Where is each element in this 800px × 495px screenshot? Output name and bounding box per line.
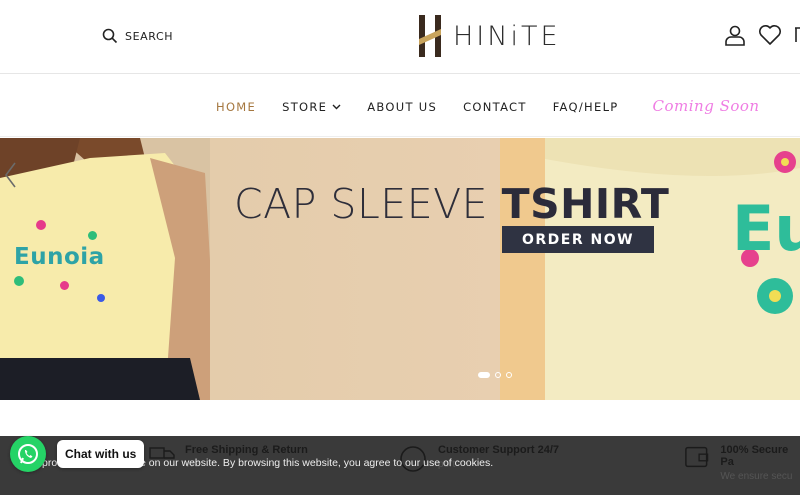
nav-home-label: HOME <box>216 100 257 114</box>
search-label: SEARCH <box>125 29 174 43</box>
wallet-icon <box>685 446 709 468</box>
closeup-print-text: Eu <box>732 192 800 265</box>
hero-title-light: CAP SLEEVE <box>234 180 502 228</box>
feature-secure-title: 100% Secure Pa <box>720 444 789 468</box>
feature-shipping-title: Free Shipping & Return <box>185 444 308 456</box>
slider-dot-1[interactable] <box>478 372 490 378</box>
nav-faq-label: FAQ/HELP <box>552 100 619 114</box>
chevron-down-icon <box>332 104 341 110</box>
hero-model-area: Eunoia <box>0 138 220 400</box>
search-icon <box>102 28 118 44</box>
slider-prev-arrow[interactable] <box>3 160 17 195</box>
flower-decoration <box>14 276 24 286</box>
account-icon[interactable] <box>724 24 746 46</box>
nav-coming-soon[interactable]: Coming Soon <box>653 97 760 115</box>
nav-store[interactable]: STORE <box>282 100 341 114</box>
flower-decoration <box>97 294 105 302</box>
slider-pagination <box>478 372 512 378</box>
nav-home[interactable]: HOME <box>216 100 256 114</box>
chat-with-us-label[interactable]: Chat with us <box>57 440 145 468</box>
slider-dot-2[interactable] <box>495 372 501 378</box>
flower-decoration <box>60 281 69 290</box>
flower-decoration <box>36 220 46 230</box>
header-actions <box>724 24 800 46</box>
nav-coming-soon-label: Coming Soon <box>652 97 760 115</box>
flower-decoration <box>88 231 97 240</box>
nav-store-label: STORE <box>282 100 328 114</box>
logo-mark-icon <box>419 15 441 57</box>
hero-center-backdrop <box>210 138 510 400</box>
logo-text: HINiTE <box>453 20 561 52</box>
print-word: Eunoia <box>14 244 105 270</box>
whatsapp-button[interactable] <box>10 436 46 472</box>
hero-divider-strip <box>500 138 545 400</box>
wishlist-heart-icon[interactable] <box>758 24 782 46</box>
search-button[interactable]: SEARCH <box>102 28 173 44</box>
nav-about-label: ABOUT US <box>367 100 438 114</box>
tshirt-closeup-image: Eu <box>500 138 800 400</box>
hero-tshirt-closeup: Eu <box>500 138 800 400</box>
hero-slider: Eunoia Eu CAP SLEEVE TSHIRT ORDER NOW <box>0 138 800 400</box>
slider-dot-3[interactable] <box>506 372 512 378</box>
nav-about-us[interactable]: ABOUT US <box>367 100 437 114</box>
chevron-left-icon <box>5 162 16 188</box>
site-logo[interactable]: HINiTE <box>417 13 561 59</box>
hero-title-bold: TSHIRT <box>501 180 670 228</box>
cart-icon[interactable] <box>794 24 800 46</box>
feature-support-title: Customer Support 24/7 <box>438 444 560 456</box>
nav-contact[interactable]: CONTACT <box>463 100 527 114</box>
whatsapp-icon <box>18 444 38 464</box>
nav-faq-help[interactable]: FAQ/HELP <box>553 100 619 114</box>
order-now-button[interactable]: ORDER NOW <box>502 226 654 253</box>
main-navigation: HOME STORE ABOUT US CONTACT FAQ/HELP Com… <box>0 74 800 137</box>
nav-contact-label: CONTACT <box>463 100 527 114</box>
feature-secure-desc: We ensure secu <box>720 471 793 482</box>
hero-title: CAP SLEEVE TSHIRT <box>234 180 669 228</box>
tshirt-print-text: Eunoia <box>14 244 105 270</box>
top-header: SEARCH HINiTE <box>0 0 800 74</box>
feature-secure: 100% Secure Pa We ensure secu <box>684 444 800 482</box>
